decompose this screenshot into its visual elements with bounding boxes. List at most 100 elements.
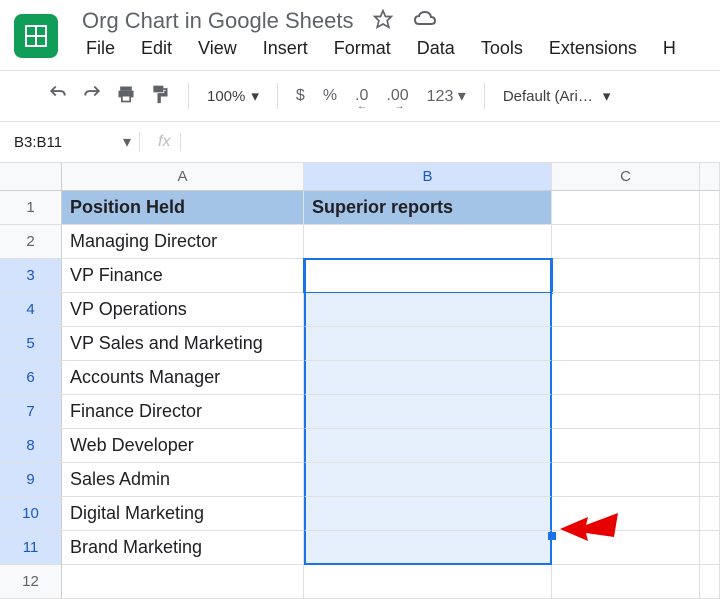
redo-button[interactable] bbox=[82, 85, 102, 108]
cell[interactable] bbox=[700, 531, 720, 565]
cell[interactable] bbox=[700, 429, 720, 463]
cell[interactable] bbox=[304, 361, 552, 395]
cell[interactable] bbox=[304, 497, 552, 531]
cell[interactable] bbox=[304, 395, 552, 429]
cell[interactable] bbox=[552, 565, 700, 599]
font-name: Default (Ari… bbox=[503, 88, 593, 105]
percent-button[interactable]: % bbox=[323, 87, 337, 105]
chevron-down-icon[interactable]: ▾ bbox=[123, 132, 131, 152]
cell[interactable] bbox=[304, 429, 552, 463]
print-button[interactable] bbox=[116, 84, 136, 109]
col-header-d[interactable] bbox=[700, 163, 720, 191]
chevron-down-icon: ▾ bbox=[603, 87, 611, 105]
cloud-icon[interactable] bbox=[413, 9, 437, 34]
cell[interactable] bbox=[552, 259, 700, 293]
spreadsheet-grid[interactable]: A B C 1 Position Held Superior reports 2… bbox=[0, 163, 720, 599]
paint-format-button[interactable] bbox=[150, 84, 170, 109]
cell[interactable] bbox=[552, 361, 700, 395]
menu-view[interactable]: View bbox=[198, 38, 237, 59]
cell[interactable]: Brand Marketing bbox=[62, 531, 304, 565]
cell[interactable]: Sales Admin bbox=[62, 463, 304, 497]
row-header[interactable]: 2 bbox=[0, 225, 62, 259]
cell[interactable] bbox=[304, 225, 552, 259]
cell[interactable] bbox=[700, 225, 720, 259]
row-header[interactable]: 6 bbox=[0, 361, 62, 395]
sheets-logo[interactable] bbox=[8, 8, 64, 64]
row-header[interactable]: 11 bbox=[0, 531, 62, 565]
menu-edit[interactable]: Edit bbox=[141, 38, 172, 59]
row-header[interactable]: 3 bbox=[0, 259, 62, 293]
cell[interactable]: Web Developer bbox=[62, 429, 304, 463]
chevron-down-icon: ▾ bbox=[458, 88, 466, 105]
sheets-icon bbox=[23, 23, 49, 49]
cell[interactable]: Position Held bbox=[62, 191, 304, 225]
menu-data[interactable]: Data bbox=[417, 38, 455, 59]
cell[interactable] bbox=[700, 259, 720, 293]
cell[interactable]: Accounts Manager bbox=[62, 361, 304, 395]
cell[interactable]: VP Finance bbox=[62, 259, 304, 293]
document-title[interactable]: Org Chart in Google Sheets bbox=[82, 8, 353, 34]
undo-button[interactable] bbox=[48, 85, 68, 108]
menu-tools[interactable]: Tools bbox=[481, 38, 523, 59]
row-header[interactable]: 12 bbox=[0, 565, 62, 599]
cell[interactable] bbox=[700, 293, 720, 327]
menu-insert[interactable]: Insert bbox=[263, 38, 308, 59]
number-format-button[interactable]: 123 ▾ bbox=[427, 86, 466, 106]
font-selector[interactable]: Default (Ari… ▾ bbox=[503, 87, 611, 105]
decrease-decimal-button[interactable]: .0 ← bbox=[355, 87, 368, 105]
cell[interactable] bbox=[552, 497, 700, 531]
row-header[interactable]: 9 bbox=[0, 463, 62, 497]
cell[interactable] bbox=[700, 497, 720, 531]
cell[interactable] bbox=[552, 429, 700, 463]
col-header-c[interactable]: C bbox=[552, 163, 700, 191]
increase-decimal-button[interactable]: .00 → bbox=[386, 87, 408, 105]
row-header[interactable]: 4 bbox=[0, 293, 62, 327]
cell[interactable]: VP Operations bbox=[62, 293, 304, 327]
cell[interactable] bbox=[304, 565, 552, 599]
col-header-a[interactable]: A bbox=[62, 163, 304, 191]
cell[interactable] bbox=[552, 191, 700, 225]
cell[interactable] bbox=[62, 565, 304, 599]
row-header[interactable]: 5 bbox=[0, 327, 62, 361]
cell[interactable] bbox=[552, 293, 700, 327]
menu-help[interactable]: H bbox=[663, 38, 676, 59]
fx-icon: fx bbox=[158, 133, 181, 151]
cell[interactable] bbox=[552, 225, 700, 259]
cell[interactable] bbox=[304, 327, 552, 361]
cell[interactable] bbox=[552, 531, 700, 565]
name-box[interactable]: B3:B11 bbox=[10, 134, 115, 151]
cell[interactable]: Digital Marketing bbox=[62, 497, 304, 531]
cell[interactable] bbox=[700, 565, 720, 599]
row-header[interactable]: 10 bbox=[0, 497, 62, 531]
row-header[interactable]: 1 bbox=[0, 191, 62, 225]
cell[interactable] bbox=[304, 293, 552, 327]
zoom-selector[interactable]: 100% ▾ bbox=[207, 87, 259, 105]
cell[interactable]: VP Sales and Marketing bbox=[62, 327, 304, 361]
cell[interactable] bbox=[304, 463, 552, 497]
menu-format[interactable]: Format bbox=[334, 38, 391, 59]
cell[interactable]: Managing Director bbox=[62, 225, 304, 259]
select-all-corner[interactable] bbox=[0, 163, 62, 191]
cell[interactable] bbox=[552, 463, 700, 497]
cell[interactable] bbox=[700, 191, 720, 225]
star-icon[interactable] bbox=[373, 9, 393, 34]
row-header[interactable]: 8 bbox=[0, 429, 62, 463]
row-header[interactable]: 7 bbox=[0, 395, 62, 429]
formula-bar[interactable] bbox=[189, 130, 710, 154]
col-header-b[interactable]: B bbox=[304, 163, 552, 191]
cell[interactable] bbox=[700, 327, 720, 361]
cell[interactable] bbox=[700, 361, 720, 395]
menu-extensions[interactable]: Extensions bbox=[549, 38, 637, 59]
cell[interactable] bbox=[552, 395, 700, 429]
cell[interactable] bbox=[552, 327, 700, 361]
cell[interactable] bbox=[700, 463, 720, 497]
cell[interactable]: Finance Director bbox=[62, 395, 304, 429]
menu-file[interactable]: File bbox=[86, 38, 115, 59]
cell[interactable]: Superior reports bbox=[304, 191, 552, 225]
cell[interactable] bbox=[700, 395, 720, 429]
cell[interactable] bbox=[304, 531, 552, 565]
arrow-left-icon: ← bbox=[357, 101, 367, 112]
active-cell[interactable] bbox=[304, 259, 552, 293]
currency-button[interactable]: $ bbox=[296, 87, 305, 105]
fill-handle[interactable] bbox=[548, 532, 556, 540]
